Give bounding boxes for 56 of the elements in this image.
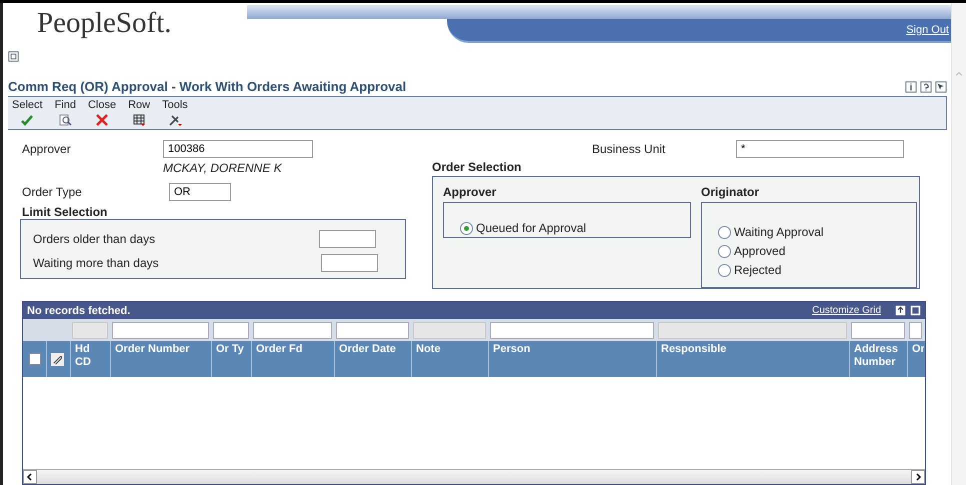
select-all-checkbox[interactable]: [28, 353, 40, 366]
approver-field[interactable]: 100386: [163, 140, 313, 158]
radio-label: Queued for Approval: [476, 221, 586, 236]
filter-field[interactable]: [851, 322, 905, 339]
days-field[interactable]: [319, 230, 376, 248]
form-title: Comm Req (OR) Approval - Work With Orders Awaiting Approval: [8, 79, 406, 94]
field-label: Approver: [22, 142, 72, 156]
sign-out-link[interactable]: Sign Out: [906, 24, 949, 36]
search-icon: [58, 113, 72, 128]
filter-field[interactable]: [336, 322, 409, 339]
filter-field[interactable]: [490, 322, 654, 339]
filter-field[interactable]: [253, 322, 332, 339]
grid-status: No records fetched.: [27, 304, 130, 317]
customize-grid-link[interactable]: Customize Grid: [812, 305, 881, 316]
field-label: Business Unit: [592, 142, 666, 156]
radio-label: Rejected: [734, 263, 782, 278]
checkmark-icon: [20, 113, 34, 128]
toolbar-button[interactable]: Find: [54, 99, 76, 128]
field-label: Orders older than days: [33, 232, 156, 246]
filter-field[interactable]: [213, 322, 249, 339]
toolbar-button[interactable]: Select: [12, 99, 43, 128]
help-icon: [920, 80, 932, 93]
peoplesoft-logo: PeopleSoft.: [36, 6, 173, 41]
restore-icon: [8, 50, 19, 62]
days-field[interactable]: [321, 254, 378, 272]
radio-button[interactable]: [718, 264, 731, 277]
scroll-left-icon[interactable]: [23, 470, 37, 484]
tools-icon: [168, 113, 182, 128]
approver-name: MCKAY, DORENNE K: [163, 161, 283, 176]
close-icon: [95, 113, 110, 128]
radio-button[interactable]: [718, 244, 731, 258]
radio-label: Approved: [734, 244, 786, 258]
grid-icon: [132, 113, 146, 128]
radio-label: Waiting Approval: [734, 225, 824, 240]
export-icon: [895, 305, 906, 316]
toolbar-button[interactable]: Tools: [162, 99, 188, 128]
filter-field[interactable]: [909, 322, 922, 339]
order-type-field[interactable]: OR: [169, 183, 231, 202]
scroll-right-icon[interactable]: [911, 470, 925, 484]
section-title: Limit Selection: [22, 205, 108, 220]
field-label: Order Type: [22, 185, 83, 200]
filter-field[interactable]: [112, 322, 209, 339]
field-label: Waiting more than days: [33, 256, 160, 270]
toolbar-button[interactable]: Close: [88, 99, 116, 128]
section-title: Order Selection: [432, 160, 522, 174]
radio-button[interactable]: [718, 226, 731, 239]
business-unit-field[interactable]: *: [736, 140, 904, 158]
info-icon: [905, 80, 917, 93]
group-title: Originator: [701, 185, 760, 200]
pointer-help-icon: [935, 80, 947, 93]
maximize-icon: [910, 305, 921, 316]
attachment-icon: [51, 352, 64, 366]
toolbar-button[interactable]: Row: [128, 99, 150, 128]
group-title: Approver: [443, 185, 498, 200]
horizontal-scrollbar[interactable]: [23, 469, 925, 484]
radio-button[interactable]: [460, 222, 473, 235]
